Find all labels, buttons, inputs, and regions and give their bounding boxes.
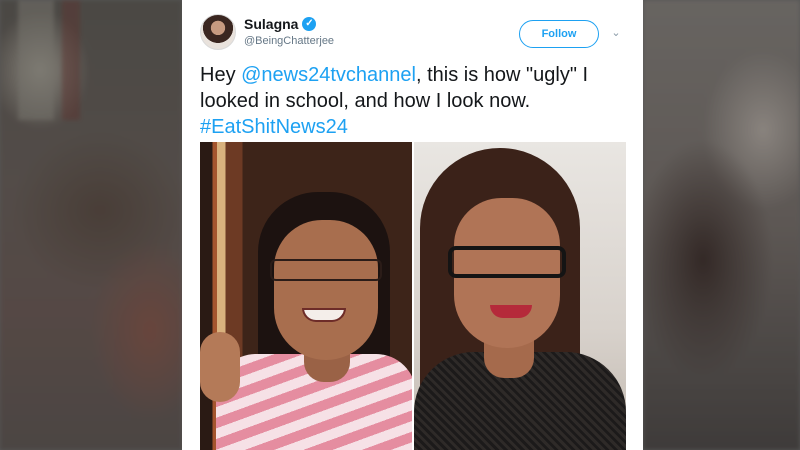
tweet-text: Hey @news24tvchannel, this is how "ugly"… (200, 62, 630, 140)
avatar[interactable] (200, 14, 236, 50)
chevron-down-icon[interactable]: ⌄ (609, 26, 623, 40)
glasses-shape (448, 246, 566, 278)
verified-badge-icon: ✓ (302, 17, 317, 31)
follow-button[interactable]: Follow (519, 20, 599, 48)
media-image-right[interactable] (414, 142, 626, 450)
glasses-shape (270, 259, 382, 281)
hashtag-link[interactable]: #EatShitNews24 (200, 116, 348, 138)
author-handle[interactable]: @BeingChatterjee (244, 35, 334, 47)
mention-link[interactable]: @news24tvchannel (241, 64, 416, 86)
tweet-header: Sulagna ✓ @BeingChatterjee Follow ⌄ (200, 14, 625, 54)
tweet-text-prefix: Hey (200, 64, 242, 86)
tweet-card: Sulagna ✓ @BeingChatterjee Follow ⌄ Hey … (182, 0, 643, 450)
media-image-left[interactable] (200, 142, 412, 450)
display-name[interactable]: Sulagna (244, 16, 298, 32)
tweet-media (200, 142, 626, 450)
author-name-row: Sulagna ✓ (244, 16, 317, 32)
